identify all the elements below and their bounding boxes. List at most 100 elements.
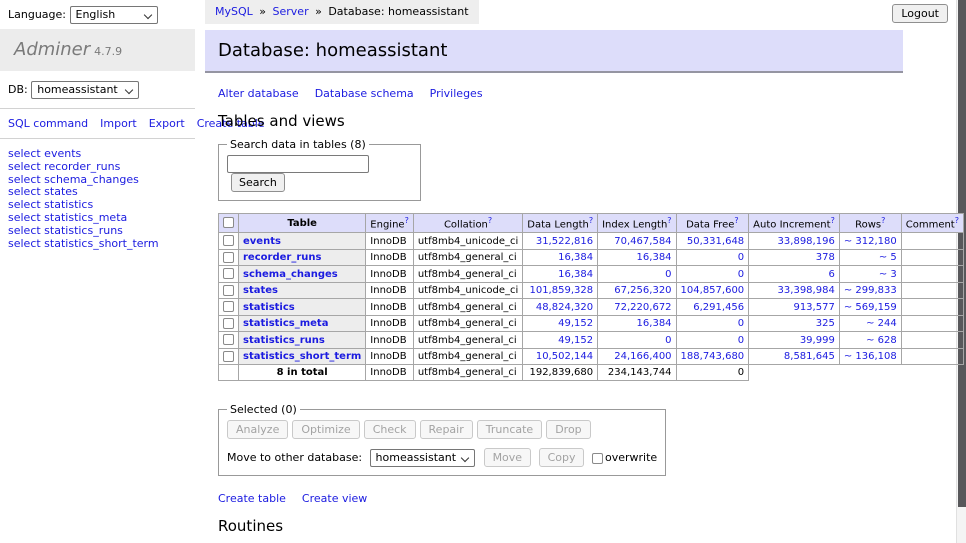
row-checkbox[interactable] — [223, 268, 234, 279]
table-name-link[interactable]: events — [243, 236, 281, 247]
rows-link[interactable]: ~ 569,159 — [844, 302, 897, 313]
rows-link[interactable]: ~ 5 — [879, 252, 897, 263]
table-name-link[interactable]: statistics — [243, 302, 295, 313]
move-label: Move to other database: — [227, 451, 362, 464]
auto-increment-link[interactable]: 39,999 — [800, 335, 835, 346]
sidebar-select-link[interactable]: select statistics_meta — [8, 212, 187, 225]
row-checkbox[interactable] — [223, 252, 234, 263]
truncate-button[interactable]: Truncate — [477, 420, 542, 439]
collation-cell: utf8mb4_general_ci — [413, 299, 522, 316]
rows-link[interactable]: ~ 244 — [866, 318, 897, 329]
create-view-link[interactable]: Create view — [302, 492, 367, 505]
sidebar-select-link[interactable]: select events — [8, 148, 187, 161]
select-all-cell — [219, 214, 239, 233]
rows-link[interactable]: ~ 3 — [879, 269, 897, 280]
sidebar-select-link[interactable]: select statistics_short_term — [8, 238, 187, 251]
row-checkbox[interactable] — [223, 318, 234, 329]
data-free-link[interactable]: 188,743,680 — [681, 351, 745, 362]
move-button[interactable]: Move — [484, 448, 532, 467]
auto-increment-link[interactable]: 378 — [816, 252, 835, 263]
optimize-button[interactable]: Optimize — [292, 420, 359, 439]
row-checkbox[interactable] — [223, 351, 234, 362]
data-free-link[interactable]: 6,291,456 — [693, 302, 744, 313]
data-free-link[interactable]: 0 — [738, 269, 744, 280]
sidebar-action-link[interactable]: SQL command — [8, 117, 88, 130]
sidebar-select-link[interactable]: select recorder_runs — [8, 161, 187, 174]
row-checkbox[interactable] — [223, 235, 234, 246]
column-help-link[interactable]: ? — [405, 216, 409, 225]
table-name-link[interactable]: statistics_short_term — [243, 351, 361, 362]
breadcrumb-link[interactable]: Server — [273, 5, 309, 18]
auto-increment-link[interactable]: 6 — [828, 269, 834, 280]
auto-increment-link[interactable]: 33,398,984 — [778, 285, 835, 296]
language-select[interactable]: English — [70, 6, 158, 24]
column-help-link[interactable]: ? — [734, 216, 738, 225]
db-select[interactable]: homeassistant — [31, 81, 139, 99]
column-help-link[interactable]: ? — [667, 216, 671, 225]
search-input[interactable] — [227, 155, 369, 173]
table-name-link[interactable]: schema_changes — [243, 269, 338, 280]
row-checkbox[interactable] — [223, 334, 234, 345]
table-name-link[interactable]: statistics_meta — [243, 318, 328, 329]
index-length-link[interactable]: 0 — [665, 335, 671, 346]
column-help-link[interactable]: ? — [488, 216, 492, 225]
table-name-link[interactable]: statistics_runs — [243, 335, 325, 346]
data-free-link[interactable]: 0 — [738, 252, 744, 263]
data-free-link[interactable]: 104,857,600 — [681, 285, 745, 296]
data-free-link[interactable]: 0 — [738, 318, 744, 329]
table-name-link[interactable]: recorder_runs — [243, 252, 321, 263]
index-length-link[interactable]: 24,166,400 — [614, 351, 671, 362]
auto-increment-link[interactable]: 33,898,196 — [778, 236, 835, 247]
move-db-select[interactable]: homeassistant — [370, 449, 476, 467]
data-length-link[interactable]: 16,384 — [558, 269, 593, 280]
data-length-link[interactable]: 101,859,328 — [529, 285, 593, 296]
search-button[interactable]: Search — [231, 173, 285, 192]
engine-cell: InnoDB — [366, 233, 414, 250]
create-table-link[interactable]: Create table — [218, 492, 286, 505]
column-help-link[interactable]: ? — [589, 216, 593, 225]
index-length-link[interactable]: 67,256,320 — [614, 285, 671, 296]
index-length-link[interactable]: 0 — [665, 269, 671, 280]
data-free-link[interactable]: 50,331,648 — [687, 236, 744, 247]
analyze-button[interactable]: Analyze — [227, 420, 288, 439]
index-length-link[interactable]: 70,467,584 — [614, 236, 671, 247]
check-button[interactable]: Check — [364, 420, 416, 439]
rows-link[interactable]: ~ 312,180 — [844, 236, 897, 247]
drop-button[interactable]: Drop — [546, 420, 590, 439]
select-all-checkbox[interactable] — [223, 217, 234, 228]
subnav-link[interactable]: Alter database — [218, 87, 299, 100]
overwrite-checkbox[interactable] — [592, 453, 603, 464]
index-length-link[interactable]: 72,220,672 — [614, 302, 671, 313]
data-length-link[interactable]: 16,384 — [558, 252, 593, 263]
logout-button[interactable]: Logout — [892, 4, 948, 23]
data-free-link[interactable]: 0 — [738, 335, 744, 346]
subnav-link[interactable]: Database schema — [315, 87, 414, 100]
adminer-logo-link[interactable]: Adminer — [14, 39, 90, 60]
auto-increment-link[interactable]: 8,581,645 — [784, 351, 835, 362]
data-length-link[interactable]: 31,522,816 — [536, 236, 593, 247]
table-name-link[interactable]: states — [243, 285, 278, 296]
copy-button[interactable]: Copy — [539, 448, 585, 467]
row-checkbox[interactable] — [223, 301, 234, 312]
breadcrumb-link[interactable]: MySQL — [215, 5, 253, 18]
sidebar-select-link[interactable]: select statistics_runs — [8, 225, 187, 238]
rows-link[interactable]: ~ 299,833 — [844, 285, 897, 296]
index-length-link[interactable]: 16,384 — [637, 252, 672, 263]
data-length-link[interactable]: 10,502,144 — [536, 351, 593, 362]
column-help-link[interactable]: ? — [955, 216, 959, 225]
rows-link[interactable]: ~ 628 — [866, 335, 897, 346]
auto-increment-link[interactable]: 913,577 — [793, 302, 834, 313]
rows-link[interactable]: ~ 136,108 — [844, 351, 897, 362]
column-help-link[interactable]: ? — [831, 216, 835, 225]
subnav-link[interactable]: Privileges — [430, 87, 483, 100]
sidebar-action-link[interactable]: Export — [149, 117, 185, 130]
data-length-link[interactable]: 48,824,320 — [536, 302, 593, 313]
auto-increment-link[interactable]: 325 — [816, 318, 835, 329]
sidebar-action-link[interactable]: Import — [100, 117, 137, 130]
index-length-link[interactable]: 16,384 — [637, 318, 672, 329]
data-length-link[interactable]: 49,152 — [558, 318, 593, 329]
repair-button[interactable]: Repair — [420, 420, 473, 439]
column-help-link[interactable]: ? — [881, 216, 885, 225]
data-length-link[interactable]: 49,152 — [558, 335, 593, 346]
row-checkbox[interactable] — [223, 285, 234, 296]
